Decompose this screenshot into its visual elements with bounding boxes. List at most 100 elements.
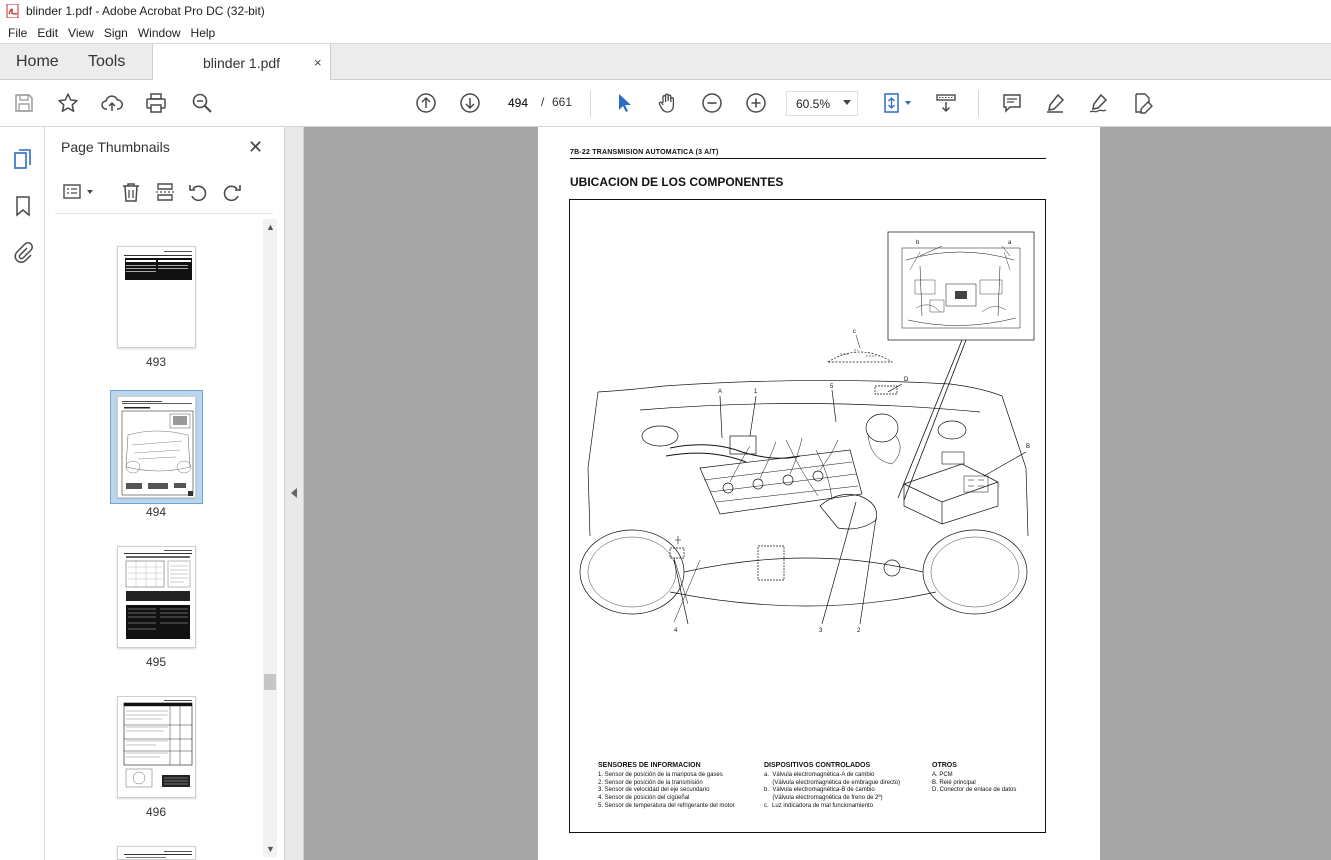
engine-bay-diagram: b a c A 1 5 D B 4 3 2 bbox=[579, 231, 1035, 634]
thumbnail-partial-preview bbox=[124, 851, 192, 858]
hand-tool-icon[interactable] bbox=[656, 91, 680, 115]
toolbar: / 661 60.5% bbox=[0, 80, 1331, 127]
page-running-header: 7B-22 TRANSMISION AUTOMATICA (3 A/T) bbox=[570, 149, 719, 156]
next-page-icon[interactable] bbox=[458, 91, 482, 115]
thumbnail-494-preview bbox=[121, 401, 194, 496]
highlight-pen-icon[interactable] bbox=[1043, 91, 1067, 115]
attachment-icon[interactable] bbox=[11, 240, 35, 264]
toolbar-divider bbox=[978, 90, 979, 117]
legend-sensor-item: 4. Sensor de posición del cigüeñal bbox=[598, 795, 690, 802]
select-cursor-icon[interactable] bbox=[612, 91, 636, 115]
previous-page-icon[interactable] bbox=[414, 91, 438, 115]
thumbnail-page-495[interactable] bbox=[117, 546, 196, 648]
draw-sign-icon[interactable] bbox=[1087, 91, 1111, 115]
chevron-down-icon bbox=[843, 100, 851, 105]
extract-page-icon[interactable] bbox=[153, 180, 177, 204]
callout-1: 1 bbox=[754, 389, 758, 395]
legend-other-item: B. Relé principal bbox=[932, 779, 976, 786]
thumbnail-page-493[interactable] bbox=[117, 246, 196, 348]
title-bar: blinder 1.pdf - Adobe Acrobat Pro DC (32… bbox=[0, 0, 1331, 22]
thumbnail-page-partial[interactable] bbox=[117, 846, 196, 860]
callout-5: 5 bbox=[830, 384, 834, 390]
legend-other-item: D. Conector de enlace de datos bbox=[932, 787, 1017, 794]
comment-icon[interactable] bbox=[1000, 91, 1024, 115]
legend-device-item: (Válvula electromagnética de freno de 2ª… bbox=[764, 795, 883, 802]
star-icon[interactable] bbox=[56, 91, 80, 115]
toolbar-divider bbox=[590, 90, 591, 117]
callout-4: 4 bbox=[674, 628, 678, 634]
zoom-in-icon[interactable] bbox=[744, 91, 768, 115]
scrollbar-thumb[interactable] bbox=[264, 674, 276, 690]
thumbnail-label-494: 494 bbox=[145, 505, 167, 519]
page-thumbnails-panel: Page Thumbnails ✕ 493 494 495 496 ▲ ▼ bbox=[45, 127, 285, 860]
menu-edit[interactable]: Edit bbox=[33, 26, 62, 40]
scroll-down-arrow-icon[interactable]: ▼ bbox=[266, 844, 275, 854]
callout-B: B bbox=[1026, 444, 1030, 450]
legend-sensors-heading: SENSORES DE INFORMACION bbox=[598, 762, 701, 769]
save-icon[interactable] bbox=[12, 91, 36, 115]
callout-3: 3 bbox=[819, 628, 823, 634]
page-thumbnails-icon[interactable] bbox=[11, 147, 35, 171]
legend-others: OTROS A. PCM B. Relé principal D. Conect… bbox=[932, 762, 1016, 795]
options-caret-icon[interactable] bbox=[87, 190, 93, 194]
upload-cloud-icon[interactable] bbox=[100, 91, 124, 115]
total-pages: 661 bbox=[552, 95, 573, 109]
delete-page-icon[interactable] bbox=[119, 180, 143, 204]
legend-sensor-item: 2. Sensor de posición de la transmisión bbox=[598, 779, 703, 786]
menu-view[interactable]: View bbox=[64, 26, 98, 40]
fit-page-icon[interactable] bbox=[880, 91, 904, 115]
scroll-up-arrow-icon[interactable]: ▲ bbox=[266, 222, 275, 232]
document-tab-label: blinder 1.pdf bbox=[203, 54, 281, 71]
panel-divider bbox=[55, 213, 273, 214]
thumbnail-label-493: 493 bbox=[145, 355, 167, 369]
scrolling-mode-icon[interactable] bbox=[934, 91, 958, 115]
tab-document[interactable]: blinder 1.pdf × bbox=[152, 44, 331, 81]
bookmark-icon[interactable] bbox=[11, 194, 35, 218]
tab-home[interactable]: Home bbox=[16, 44, 59, 80]
tab-tools[interactable]: Tools bbox=[88, 44, 125, 80]
thumbnail-page-494[interactable] bbox=[117, 396, 196, 498]
thumbnail-scrollbar[interactable]: ▲ ▼ bbox=[263, 219, 277, 857]
thumbnail-toolbar bbox=[45, 171, 285, 215]
thumbnail-495-preview bbox=[124, 550, 192, 639]
pdf-page: 7B-22 TRANSMISION AUTOMATICA (3 A/T) UBI… bbox=[538, 127, 1100, 860]
rotate-clockwise-icon[interactable] bbox=[220, 180, 244, 204]
zoom-out-icon[interactable] bbox=[700, 91, 724, 115]
panel-title: Page Thumbnails bbox=[61, 139, 170, 155]
document-view[interactable]: 7B-22 TRANSMISION AUTOMATICA (3 A/T) UBI… bbox=[304, 127, 1331, 860]
callout-2: 2 bbox=[857, 628, 861, 634]
legend-sensor-item: 3. Sensor de velocidad del eje secundari… bbox=[598, 787, 710, 794]
collapse-arrow-icon[interactable] bbox=[291, 488, 297, 498]
tab-bar: Home Tools blinder 1.pdf × bbox=[0, 43, 1331, 81]
close-panel-icon[interactable]: ✕ bbox=[248, 137, 263, 158]
legend-sensor-item: 1. Sensor de posición de la mariposa de … bbox=[598, 771, 723, 778]
legend-other-item: A. PCM bbox=[932, 771, 953, 778]
legend-device-item: c. Luz indicadora de mal funcionamiento bbox=[764, 802, 874, 809]
close-tab-icon[interactable]: × bbox=[314, 55, 322, 70]
options-menu-icon[interactable] bbox=[61, 180, 85, 204]
legend-sensor-item: 5. Sensor de temperatura del refrigerant… bbox=[598, 802, 735, 809]
thumbnail-label-495: 495 bbox=[145, 655, 167, 669]
menu-sign[interactable]: Sign bbox=[100, 26, 132, 40]
fit-page-caret-icon[interactable] bbox=[905, 101, 911, 105]
callout-b: b bbox=[916, 240, 920, 246]
menu-file[interactable]: File bbox=[4, 26, 31, 40]
page-number-input[interactable] bbox=[500, 91, 536, 115]
print-icon[interactable] bbox=[144, 91, 168, 115]
legend-device-item: a. Válvula electromagnética-A de cambio bbox=[764, 771, 875, 778]
legend-devices-heading: DISPOSITIVOS CONTROLADOS bbox=[764, 762, 871, 769]
section-title: UBICACION DE LOS COMPONENTES bbox=[570, 175, 784, 189]
thumbnail-493-preview bbox=[124, 251, 192, 280]
zoom-level-dropdown[interactable]: 60.5% bbox=[786, 91, 858, 116]
panel-collapse-handle[interactable] bbox=[285, 127, 304, 860]
zoom-search-icon[interactable] bbox=[190, 91, 214, 115]
menu-window[interactable]: Window bbox=[134, 26, 185, 40]
menu-help[interactable]: Help bbox=[187, 26, 220, 40]
legend-devices: DISPOSITIVOS CONTROLADOS a. Válvula elec… bbox=[764, 762, 900, 811]
edit-pdf-icon[interactable] bbox=[1131, 91, 1155, 115]
navigation-rail bbox=[0, 127, 45, 860]
thumbnail-page-496[interactable] bbox=[117, 696, 196, 798]
menu-bar: File Edit View Sign Window Help bbox=[0, 22, 1331, 43]
rotate-counterclockwise-icon[interactable] bbox=[186, 180, 210, 204]
window-title: blinder 1.pdf - Adobe Acrobat Pro DC (32… bbox=[26, 4, 265, 18]
